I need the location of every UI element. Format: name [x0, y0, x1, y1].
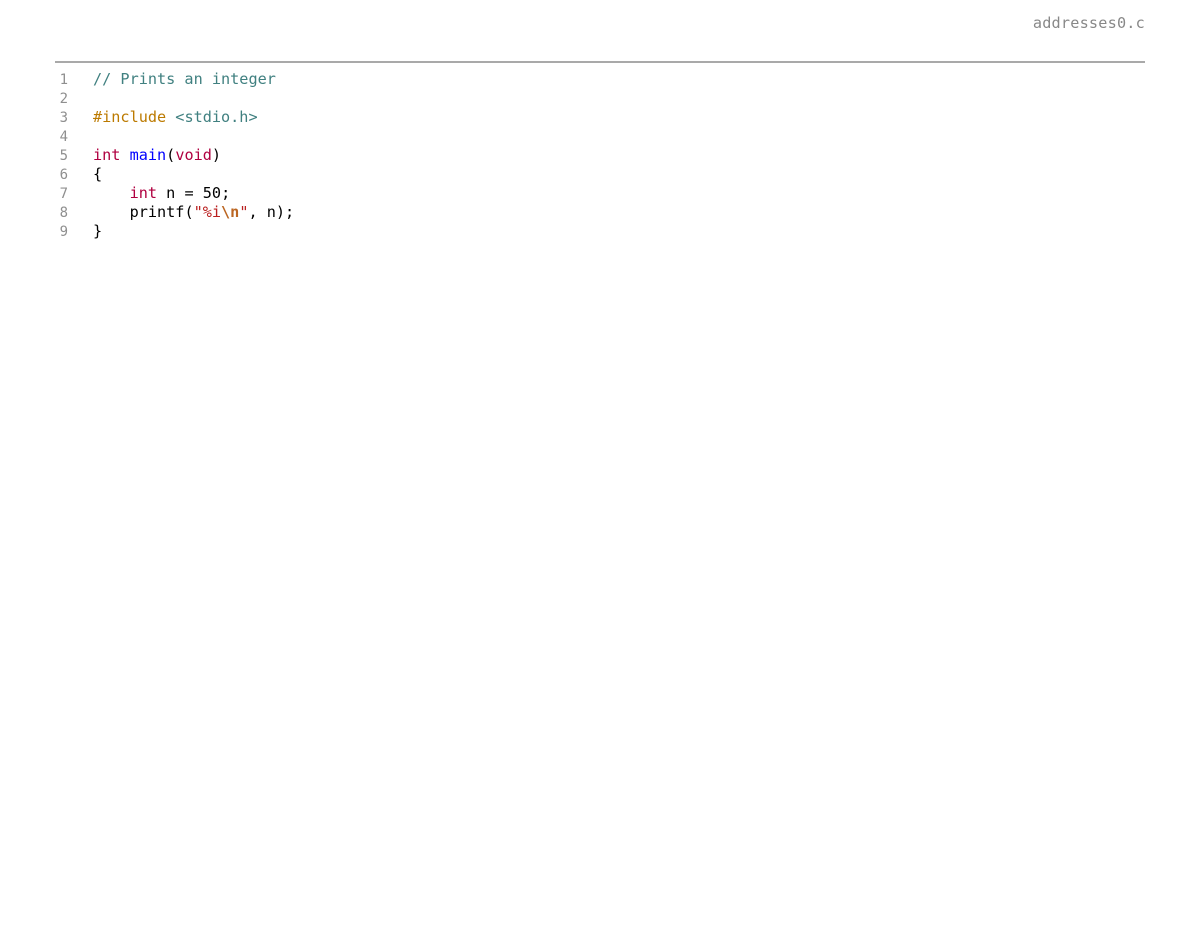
code-line: 5 int main(void) [0, 146, 1200, 165]
token-keyword: void [175, 146, 212, 164]
token-plain: ) [211, 146, 222, 164]
token-number: 50 [202, 184, 222, 202]
code-text[interactable]: #include <stdio.h> [93, 108, 258, 127]
token-keyword: int [129, 184, 158, 202]
line-number: 3 [59, 110, 68, 126]
code-text[interactable]: printf("%i\n", n); [93, 203, 295, 222]
code-line: 1 // Prints an integer [0, 70, 1200, 89]
code-listing: 1 // Prints an integer 2 3 #include <stdio.… [0, 70, 1200, 241]
token-plain: n [157, 184, 185, 202]
line-number: 1 [59, 72, 68, 88]
line-number: 7 [59, 186, 68, 202]
token-plain: ( [184, 203, 194, 221]
code-line: 4 [0, 127, 1200, 146]
code-line: 8 printf("%i\n", n); [0, 203, 1200, 222]
token-string: "%i [193, 203, 222, 221]
code-text[interactable] [93, 89, 102, 108]
line-number: 5 [59, 148, 68, 164]
token-comment: // Prints an integer [93, 70, 276, 88]
token-escape: \n [221, 203, 240, 221]
code-line: 3 #include <stdio.h> [0, 108, 1200, 127]
code-text[interactable]: } [93, 222, 102, 241]
code-text[interactable] [93, 127, 102, 146]
page-title: addresses0.c [1032, 14, 1145, 32]
code-text[interactable]: // Prints an integer [93, 70, 276, 89]
token-plain: ; [221, 184, 231, 202]
line-number: 4 [59, 129, 68, 145]
code-text[interactable]: int main(void) [93, 146, 221, 165]
code-line: 9} [0, 222, 1200, 241]
token-plain: , n); [248, 203, 295, 221]
token-plain: printf [93, 203, 185, 221]
code-line: 2 [0, 89, 1200, 108]
code-text[interactable]: int n = 50; [93, 184, 231, 203]
code-line: 6{ [0, 165, 1200, 184]
line-number: 2 [59, 91, 68, 107]
token-preproc: #include [93, 108, 176, 126]
code-viewer-page: addresses0.c 1 // Prints an integer 2 3 #in… [0, 0, 1200, 927]
line-number: 6 [59, 167, 68, 183]
token-plain: { [93, 165, 103, 183]
token-plain: ( [166, 146, 176, 164]
token-func: main [129, 146, 167, 164]
line-number: 9 [59, 224, 68, 240]
line-number: 8 [59, 205, 68, 221]
code-line: 7 int n = 50; [0, 184, 1200, 203]
header-bar: addresses0.c [55, 14, 1145, 44]
token-plain: } [93, 222, 103, 240]
code-text[interactable]: { [93, 165, 102, 184]
token-keyword: int [93, 146, 121, 164]
token-plain: = [184, 184, 194, 202]
token-include: <stdio.h> [175, 108, 258, 126]
header-divider [55, 61, 1145, 63]
